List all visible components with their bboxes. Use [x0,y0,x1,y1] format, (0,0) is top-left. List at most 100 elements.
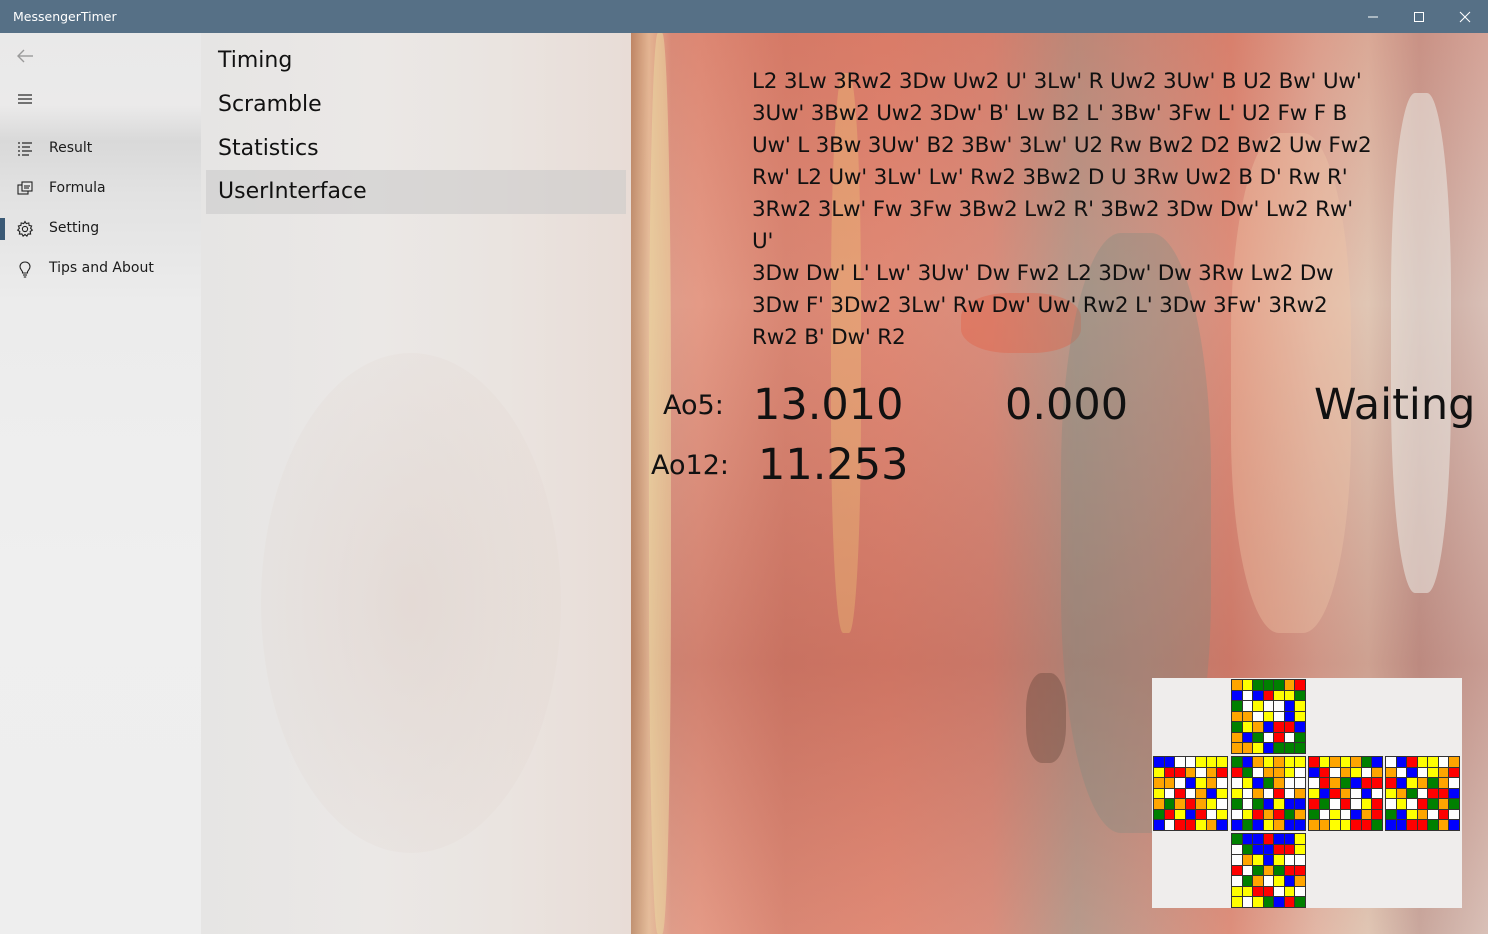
cube-sticker [1284,732,1295,743]
cube-sticker [1154,809,1164,820]
cube-sticker [1263,743,1274,753]
cube-sticker [1242,886,1253,897]
cube-sticker [1284,799,1295,809]
settings-item-userinterface[interactable]: UserInterface [206,170,626,214]
menu-toggle-button[interactable] [14,89,36,111]
cube-sticker [1330,788,1340,799]
cube-sticker [1295,701,1305,711]
settings-item-label: Scramble [218,92,322,117]
cube-sticker [1438,767,1449,778]
cube-sticker [1428,788,1438,799]
cube-sticker [1428,767,1438,778]
cube-sticker [1295,855,1305,865]
cube-sticker [1407,757,1417,767]
cube-sticker [1274,809,1284,820]
nav-item-setting[interactable]: Setting [0,209,201,249]
cube-sticker [1295,844,1305,855]
scramble-line: 3Uw' 3Bw2 Uw2 3Dw' B' Lw B2 L' 3Bw' 3Fw … [752,101,1348,126]
cube-sticker [1438,799,1449,809]
cube-sticker [1295,690,1305,701]
cube-sticker [1295,820,1305,830]
cube-sticker [1340,778,1351,788]
cube-sticker [1175,799,1185,809]
cube-sticker [1217,778,1227,788]
cube-sticker [1274,711,1284,722]
cube-face-d [1231,833,1306,908]
cube-sticker [1449,767,1459,778]
cube-sticker [1361,757,1372,767]
maximize-button[interactable] [1396,0,1442,33]
cube-sticker [1295,711,1305,722]
cube-sticker [1242,732,1253,743]
cube-sticker [1295,767,1305,778]
cube-sticker [1232,897,1242,907]
cube-sticker [1351,809,1361,820]
cube-sticker [1253,855,1263,865]
cube-sticker [1263,680,1274,690]
settings-item-scramble[interactable]: Scramble [206,85,626,127]
cube-sticker [1242,757,1253,767]
cube-sticker [1386,788,1396,799]
cube-sticker [1253,690,1263,701]
cube-sticker [1319,820,1330,830]
cube-sticker [1274,701,1284,711]
cube-sticker [1263,855,1274,865]
cube-sticker [1449,788,1459,799]
lightbulb-icon [16,260,34,278]
cube-sticker [1232,743,1242,753]
cube-sticker [1206,788,1217,799]
cube-sticker [1206,809,1217,820]
cube-sticker [1319,778,1330,788]
cube-sticker [1274,799,1284,809]
cube-sticker [1196,778,1206,788]
cube-sticker [1396,788,1407,799]
cube-sticker [1319,809,1330,820]
close-button[interactable] [1442,0,1488,33]
settings-item-label: UserInterface [218,179,367,204]
settings-item-statistics[interactable]: Statistics [206,129,626,171]
nav-item-label: Formula [49,180,106,196]
cube-sticker [1242,680,1253,690]
minimize-button[interactable] [1350,0,1396,33]
cube-sticker [1319,788,1330,799]
nav-item-tips-and-about[interactable]: Tips and About [0,249,201,289]
nav-item-result[interactable]: Result [0,129,201,169]
cube-sticker [1263,722,1274,732]
cube-sticker [1407,809,1417,820]
cube-sticker [1284,701,1295,711]
cube-sticker [1263,809,1274,820]
cube-sticker [1309,767,1319,778]
cube-sticker [1295,778,1305,788]
cube-net [1152,678,1462,908]
nav-item-formula[interactable]: Formula [0,169,201,209]
cube-sticker [1232,788,1242,799]
cube-sticker [1295,886,1305,897]
cube-sticker [1417,778,1428,788]
cube-sticker [1295,680,1305,690]
cube-sticker [1309,799,1319,809]
cube-sticker [1361,788,1372,799]
cube-face-l [1153,756,1228,831]
timer-display[interactable]: 0.000 [1005,380,1128,430]
cube-sticker [1196,767,1206,778]
cube-sticker [1253,788,1263,799]
cube-sticker [1232,711,1242,722]
cube-sticker [1154,788,1164,799]
cube-sticker [1232,809,1242,820]
cube-sticker [1428,757,1438,767]
cube-sticker [1274,680,1284,690]
cube-sticker [1372,757,1382,767]
cube-sticker [1274,855,1284,865]
cube-sticker [1295,799,1305,809]
cube-sticker [1284,690,1295,701]
cube-sticker [1185,767,1196,778]
cube-sticker [1242,767,1253,778]
cube-sticker [1319,799,1330,809]
back-button[interactable] [14,45,36,67]
settings-item-timing[interactable]: Timing [206,41,626,83]
cube-face-r [1308,756,1383,831]
cube-sticker [1351,788,1361,799]
hamburger-icon [18,94,32,104]
cube-sticker [1284,767,1295,778]
cube-sticker [1154,767,1164,778]
